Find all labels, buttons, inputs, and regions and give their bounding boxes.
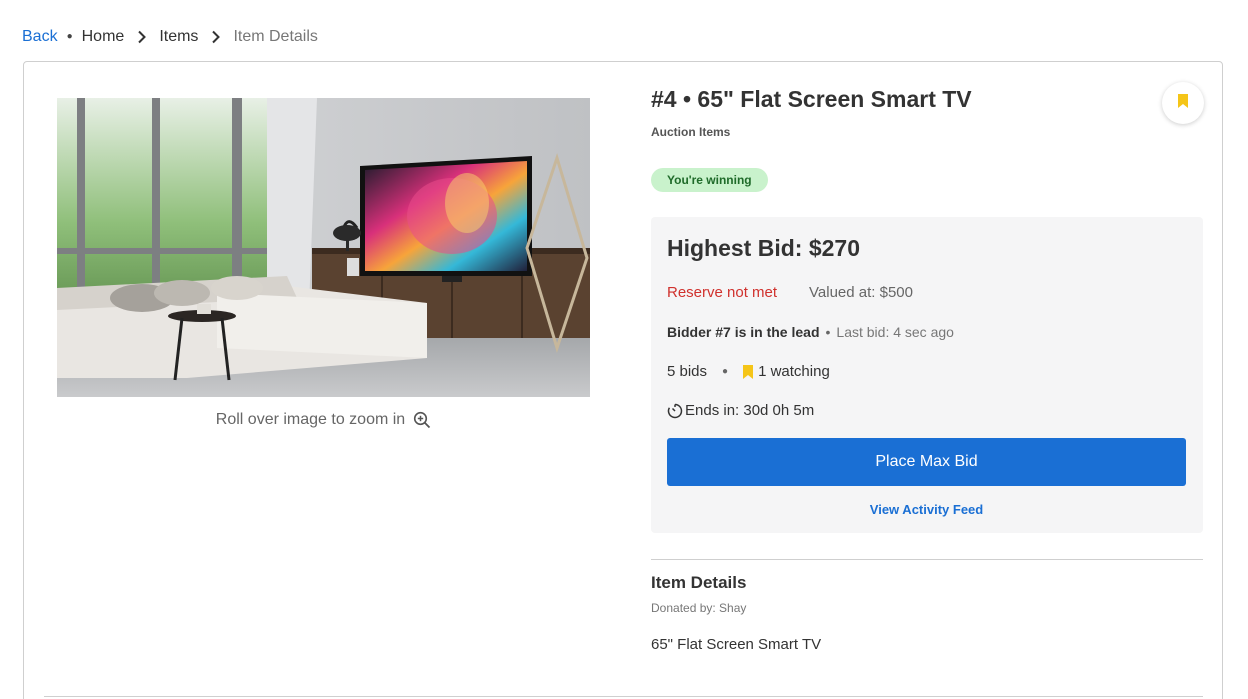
view-activity-feed-link[interactable]: View Activity Feed (667, 502, 1186, 517)
item-card: Roll over image to zoom in #4 • 65" Flat… (23, 61, 1223, 699)
breadcrumb-current: Item Details (233, 28, 318, 45)
zoom-hint-text: Roll over image to zoom in (215, 411, 406, 428)
breadcrumb-home-link[interactable]: Home (82, 28, 125, 46)
reserve-status: Reserve not met (667, 284, 778, 301)
ends-row: Ends in: 30d 0h 5m (667, 402, 814, 419)
item-details-heading: Item Details (651, 573, 747, 592)
breadcrumb: Back ● Home Items Item Details (22, 27, 318, 47)
zoom-in-icon (413, 411, 431, 429)
place-max-bid-button[interactable]: Place Max Bid (667, 438, 1186, 486)
ends-in: Ends in: 30d 0h 5m (685, 402, 815, 419)
back-link[interactable]: Back (22, 28, 58, 46)
breadcrumb-items-link[interactable]: Items (159, 28, 198, 46)
bookmark-icon (1177, 93, 1189, 114)
highest-bid: Highest Bid: $270 (667, 235, 860, 261)
item-category: Auction Items (651, 125, 731, 139)
breadcrumb-dot: ● (66, 31, 73, 42)
lead-row: Bidder #7 is in the lead • Last bid: 4 s… (667, 324, 954, 340)
winning-status-badge: You're winning (651, 168, 768, 192)
item-title: #4 • 65" Flat Screen Smart TV (651, 86, 972, 112)
item-description: 65" Flat Screen Smart TV (651, 636, 822, 653)
watching-count: 1 watching (758, 363, 830, 380)
bookmark-icon (742, 364, 754, 380)
bookmark-button[interactable] (1162, 82, 1204, 124)
donated-by: Donated by: Shay (651, 601, 747, 615)
zoom-hint: Roll over image to zoom in (57, 411, 590, 429)
separator-dot: • (825, 324, 831, 340)
clock-icon (667, 403, 683, 419)
counts-row: 5 bids ● 1 watching (667, 363, 830, 380)
chevron-right-icon (208, 29, 224, 45)
divider (44, 696, 1203, 697)
bid-panel: Highest Bid: $270 Reserve not met Valued… (651, 217, 1203, 533)
bid-leader: Bidder #7 is in the lead (667, 324, 820, 340)
chevron-right-icon (134, 29, 150, 45)
bid-count: 5 bids (667, 363, 708, 380)
separator-dot: ● (722, 366, 729, 377)
item-image[interactable] (57, 98, 590, 397)
valued-at: Valued at: $500 (809, 284, 913, 301)
last-bid-time: Last bid: 4 sec ago (836, 324, 954, 340)
divider (651, 559, 1203, 560)
